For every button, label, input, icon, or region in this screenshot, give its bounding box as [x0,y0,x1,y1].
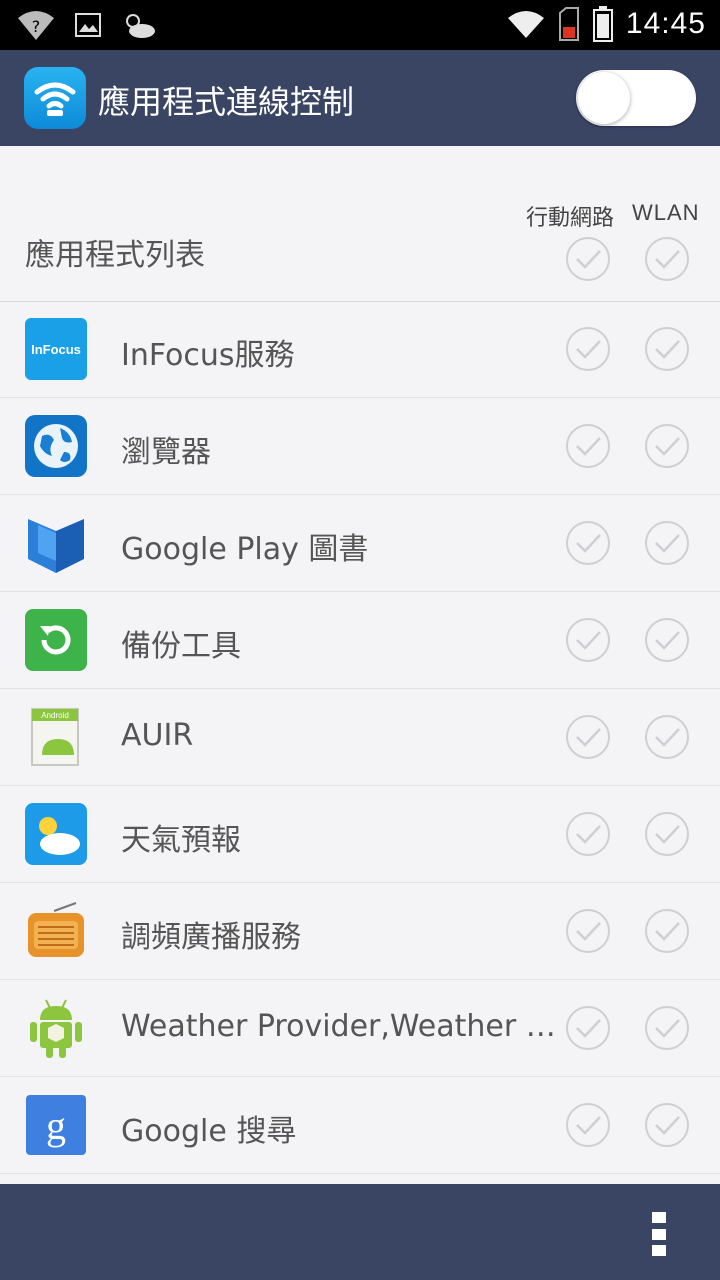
status-bar: ? 14:45 [0,0,720,50]
list-item[interactable]: 天氣預報 [0,786,720,883]
no-sim-icon [558,7,579,41]
list-item[interactable]: Android AUIR [0,689,720,786]
page-title: 應用程式連線控制 [98,83,355,121]
play-books-icon [28,519,84,573]
radio-icon [28,902,84,957]
svg-text:Android: Android [41,711,69,720]
list-item[interactable]: InFocus InFocus服務 [0,301,720,398]
wlan-checkbox[interactable] [644,811,690,857]
mobile-data-checkbox[interactable] [565,811,611,857]
master-connection-toggle[interactable] [576,70,696,126]
backup-icon [25,609,87,671]
mobile-data-checkbox[interactable] [565,520,611,566]
mobile-data-checkbox[interactable] [565,908,611,954]
svg-text:g: g [46,1103,66,1148]
list-item[interactable]: 調頻廣播服務 [0,883,720,980]
wifi-question-icon: ? [18,11,54,40]
wlan-checkbox[interactable] [644,617,690,663]
app-name: AUIR [121,718,194,753]
weather-cloud-icon [126,14,155,38]
app-name: Google Play 圖書 [121,532,369,567]
wlan-checkbox[interactable] [644,714,690,760]
mobile-data-checkbox[interactable] [565,1102,611,1148]
app-list-title: 應用程式列表 [25,238,205,273]
list-item[interactable]: 瀏覽器 [0,398,720,495]
wlan-checkbox[interactable] [644,908,690,954]
select-all-wlan-checkbox[interactable] [644,236,690,282]
list-item[interactable]: Weather Provider,Weather Se... [0,980,720,1077]
wlan-checkbox[interactable] [644,423,690,469]
select-all-mobile-checkbox[interactable] [565,236,611,282]
app-list: InFocus InFocus服務 瀏覽器 Google Play 圖書 備份工… [0,301,720,1174]
battery-icon [592,6,613,42]
column-mobile-data: 行動網路 [526,206,615,231]
app-name: InFocus服務 [121,338,295,373]
wifi-app-logo-icon [24,67,86,129]
google-search-icon: g [26,1095,86,1155]
app-name: Google 搜尋 [121,1114,297,1149]
list-item[interactable]: 備份工具 [0,592,720,689]
svg-text:?: ? [32,17,41,36]
mobile-data-checkbox[interactable] [565,423,611,469]
wifi-signal-icon [507,11,544,38]
wlan-checkbox[interactable] [644,1005,690,1051]
wlan-checkbox[interactable] [644,520,690,566]
app-name: 天氣預報 [121,823,241,858]
app-name: 調頻廣播服務 [121,920,301,955]
bottom-bar [0,1184,720,1280]
app-bar: 應用程式連線控制 [0,50,720,146]
mobile-data-checkbox[interactable] [565,617,611,663]
android-box-icon: Android [31,708,79,766]
app-name: 瀏覽器 [121,435,211,470]
svg-text:InFocus: InFocus [31,342,81,357]
android-robot-icon [30,999,82,1058]
wlan-checkbox[interactable] [644,326,690,372]
app-name: 備份工具 [121,629,241,664]
list-header: 行動網路 WLAN 應用程式列表 [0,146,720,302]
weather-icon [25,803,87,865]
mobile-data-checkbox[interactable] [565,326,611,372]
mobile-data-checkbox[interactable] [565,1005,611,1051]
app-name: Weather Provider,Weather Se... [121,1009,561,1044]
mobile-data-checkbox[interactable] [565,714,611,760]
toggle-knob [578,72,630,124]
infocus-icon: InFocus [25,318,87,380]
image-icon [75,13,101,37]
clock: 14:45 [625,7,706,40]
list-item[interactable]: Google Play 圖書 [0,495,720,592]
wlan-checkbox[interactable] [644,1102,690,1148]
overflow-menu-icon[interactable] [652,1212,666,1256]
browser-globe-icon [25,415,87,477]
list-item[interactable]: g Google 搜尋 [0,1077,720,1174]
column-wlan: WLAN [632,200,700,225]
